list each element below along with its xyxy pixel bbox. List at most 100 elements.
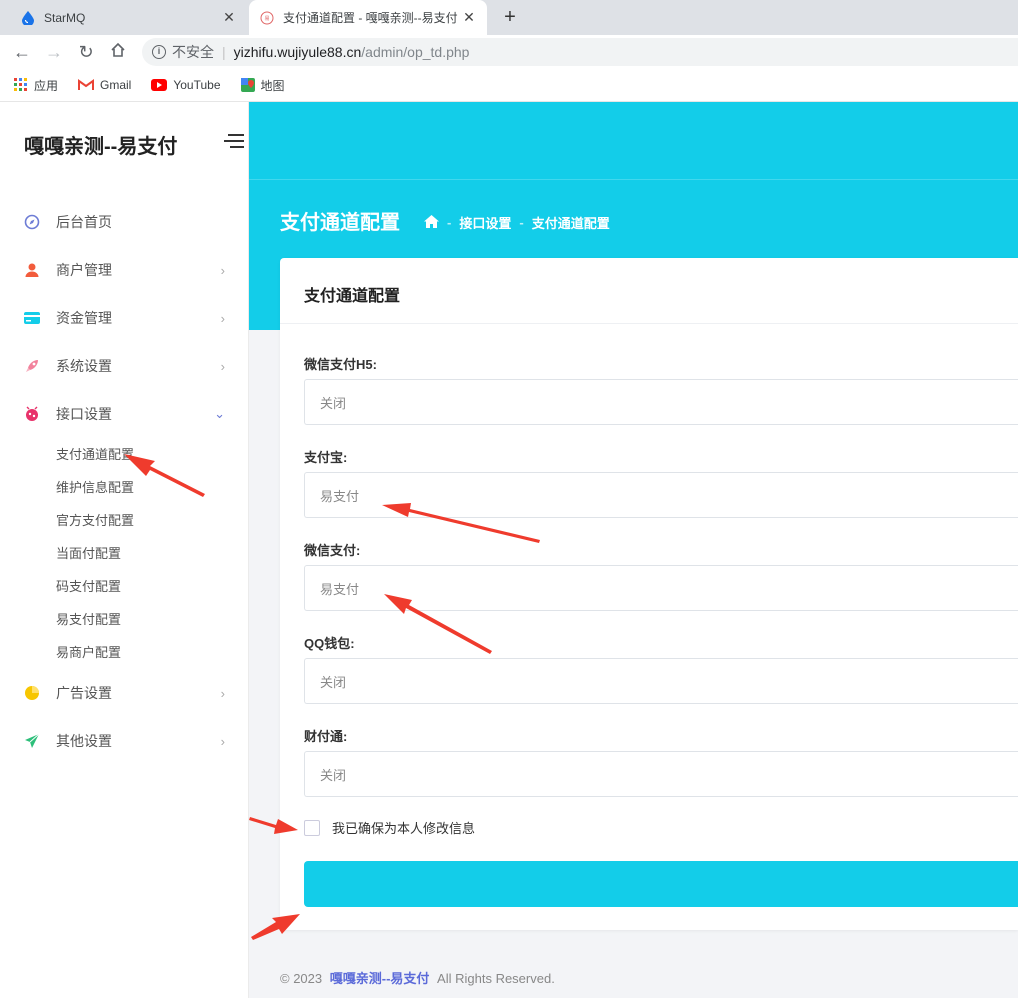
chevron-right-icon: › (220, 262, 225, 278)
reload-icon[interactable]: ↻ (70, 42, 102, 63)
sidebar-item-label: 接口设置 (56, 406, 112, 422)
submenu-item-maintenance-config[interactable]: 维护信息配置 (56, 471, 249, 504)
card-icon (24, 310, 40, 326)
field-label-qqpay: QQ钱包: (304, 636, 355, 651)
url-path: /admin/op_td.php (361, 44, 470, 60)
home-icon[interactable] (102, 42, 134, 63)
chevron-right-icon: › (220, 358, 225, 374)
apps-grid-icon (14, 78, 28, 92)
sidebar-menu: 后台首页 商户管理 › 资金管理 › 系统设置 › 接口设置 ⌄ 支付通道配置 … (0, 198, 249, 765)
sidebar-item-label: 系统设置 (56, 358, 112, 374)
address-bar[interactable]: i 不安全 | yizhifu.wujiyule88.cn/admin/op_t… (142, 38, 1018, 66)
sidebar-item-dashboard[interactable]: 后台首页 (0, 198, 249, 246)
admin-page: 嘎嘎亲测--易支付 后台首页 商户管理 › 资金管理 › 系统设置 › 接口设置… (0, 102, 1018, 998)
footer-copyright: © 2023 (280, 971, 323, 986)
submenu-item-channel-config[interactable]: 支付通道配置 (56, 438, 249, 471)
select-tenpay[interactable]: 关闭 (304, 751, 1018, 797)
chevron-right-icon: › (220, 310, 225, 326)
header-divider (249, 179, 1018, 180)
config-card: 支付通道配置 微信支付H5: 关闭 支付宝: 易支付 微信支付: 易支付 QQ钱… (280, 258, 1018, 930)
bookmark-label: YouTube (173, 78, 221, 92)
bookmark-maps[interactable]: 地图 (240, 77, 285, 94)
tab-active[interactable]: 易 支付通道配置 - 嘎嘎亲测--易支付 ✕ (249, 0, 487, 35)
sidebar-item-funds[interactable]: 资金管理 › (0, 294, 249, 342)
bookmark-apps[interactable]: 应用 (14, 77, 58, 94)
submenu-item-official-pay-config[interactable]: 官方支付配置 (56, 504, 249, 537)
send-icon (24, 733, 40, 749)
chevron-down-icon: ⌄ (214, 406, 225, 421)
confirm-row: 我已确保为本人修改信息 (304, 818, 475, 837)
close-tab-icon[interactable]: ✕ (219, 9, 239, 26)
bookmark-youtube[interactable]: YouTube (151, 78, 221, 92)
field-label-alipay: 支付宝: (304, 450, 348, 465)
chevron-right-icon: › (220, 685, 225, 701)
select-alipay[interactable]: 易支付 (304, 472, 1018, 518)
submenu-item-emerchant-config[interactable]: 易商户配置 (56, 636, 249, 669)
footer-rights: All Rights Reserved. (437, 971, 555, 986)
gmail-icon (78, 79, 95, 91)
url-divider: | (222, 44, 226, 60)
browser-tab-bar: StarMQ ✕ 易 支付通道配置 - 嘎嘎亲测--易支付 ✕ + (0, 0, 1018, 35)
tab-title: StarMQ (44, 10, 86, 25)
security-label: 不安全 (172, 44, 214, 60)
breadcrumb-item: 支付通道配置 (531, 216, 610, 231)
menu-toggle-icon[interactable] (224, 134, 244, 152)
select-qqpay[interactable]: 关闭 (304, 658, 1018, 704)
submit-button[interactable] (304, 861, 1018, 907)
pie-chart-icon (24, 685, 40, 701)
sidebar: 嘎嘎亲测--易支付 后台首页 商户管理 › 资金管理 › 系统设置 › 接口设置… (0, 102, 249, 998)
user-icon (24, 262, 40, 278)
maps-icon (240, 78, 255, 92)
card-divider (280, 323, 1018, 324)
field-label-tenpay: 财付通: (304, 729, 348, 744)
bookmark-label: Gmail (100, 78, 132, 92)
confirm-checkbox[interactable] (304, 819, 320, 836)
bookmark-gmail[interactable]: Gmail (78, 78, 131, 92)
sidebar-item-label: 商户管理 (56, 262, 112, 278)
submenu-item-epay-config[interactable]: 易支付配置 (56, 603, 249, 636)
sidebar-item-other[interactable]: 其他设置 › (0, 717, 249, 765)
breadcrumb: - 接口设置 - 支付通道配置 (424, 213, 610, 232)
compass-icon (24, 214, 40, 230)
tab-title: 支付通道配置 - 嘎嘎亲测--易支付 (283, 11, 458, 25)
submenu-item-f2f-config[interactable]: 当面付配置 (56, 537, 249, 570)
sidebar-item-interface[interactable]: 接口设置 ⌄ (0, 390, 249, 438)
rocket-icon (24, 358, 40, 374)
bookmark-label: 地图 (260, 78, 285, 93)
select-wxpay-h5[interactable]: 关闭 (304, 379, 1018, 425)
select-wxpay[interactable]: 易支付 (304, 565, 1018, 611)
new-tab-button[interactable]: + (497, 4, 523, 30)
droplet-icon (20, 10, 36, 26)
submenu-item-codepay-config[interactable]: 码支付配置 (56, 570, 249, 603)
sidebar-item-label: 资金管理 (56, 310, 112, 326)
url-host: yizhifu.wujiyule88.cn (233, 44, 362, 60)
sidebar-item-ads[interactable]: 广告设置 › (0, 669, 249, 717)
info-icon[interactable]: i (152, 45, 166, 59)
breadcrumb-separator: - (447, 215, 452, 230)
sidebar-item-system[interactable]: 系统设置 › (0, 342, 249, 390)
home-icon[interactable] (424, 214, 439, 231)
breadcrumb-item[interactable]: 接口设置 (459, 213, 511, 232)
youtube-icon (151, 79, 168, 91)
footer: © 2023 嘎嘎亲测--易支付 All Rights Reserved. (280, 968, 555, 987)
sidebar-item-merchants[interactable]: 商户管理 › (0, 246, 249, 294)
sidebar-item-label: 广告设置 (56, 685, 112, 701)
forward-arrow-icon[interactable]: → (38, 42, 70, 63)
confirm-label: 我已确保为本人修改信息 (332, 821, 476, 836)
field-label-wxpay: 微信支付: (304, 543, 361, 558)
close-tab-icon[interactable]: ✕ (459, 9, 479, 26)
sidebar-item-label: 后台首页 (56, 214, 112, 230)
page-title: 支付通道配置 (280, 212, 400, 234)
browser-toolbar: ← → ↻ i 不安全 | yizhifu.wujiyule88.cn/admi… (0, 35, 1018, 69)
interface-submenu: 支付通道配置 维护信息配置 官方支付配置 当面付配置 码支付配置 易支付配置 易… (0, 438, 249, 669)
bookmark-label: 应用 (34, 78, 59, 93)
sidebar-item-label: 其他设置 (56, 733, 112, 749)
breadcrumb-separator: - (519, 215, 524, 230)
bug-icon (24, 406, 40, 422)
footer-link[interactable]: 嘎嘎亲测--易支付 (330, 971, 430, 986)
bookmarks-bar: 应用 Gmail YouTube 地图 (0, 69, 1018, 102)
back-arrow-icon[interactable]: ← (6, 42, 38, 63)
card-title: 支付通道配置 (304, 288, 401, 305)
tab-starmq[interactable]: StarMQ ✕ (0, 0, 247, 35)
field-label-wxpay-h5: 微信支付H5: (304, 357, 377, 372)
